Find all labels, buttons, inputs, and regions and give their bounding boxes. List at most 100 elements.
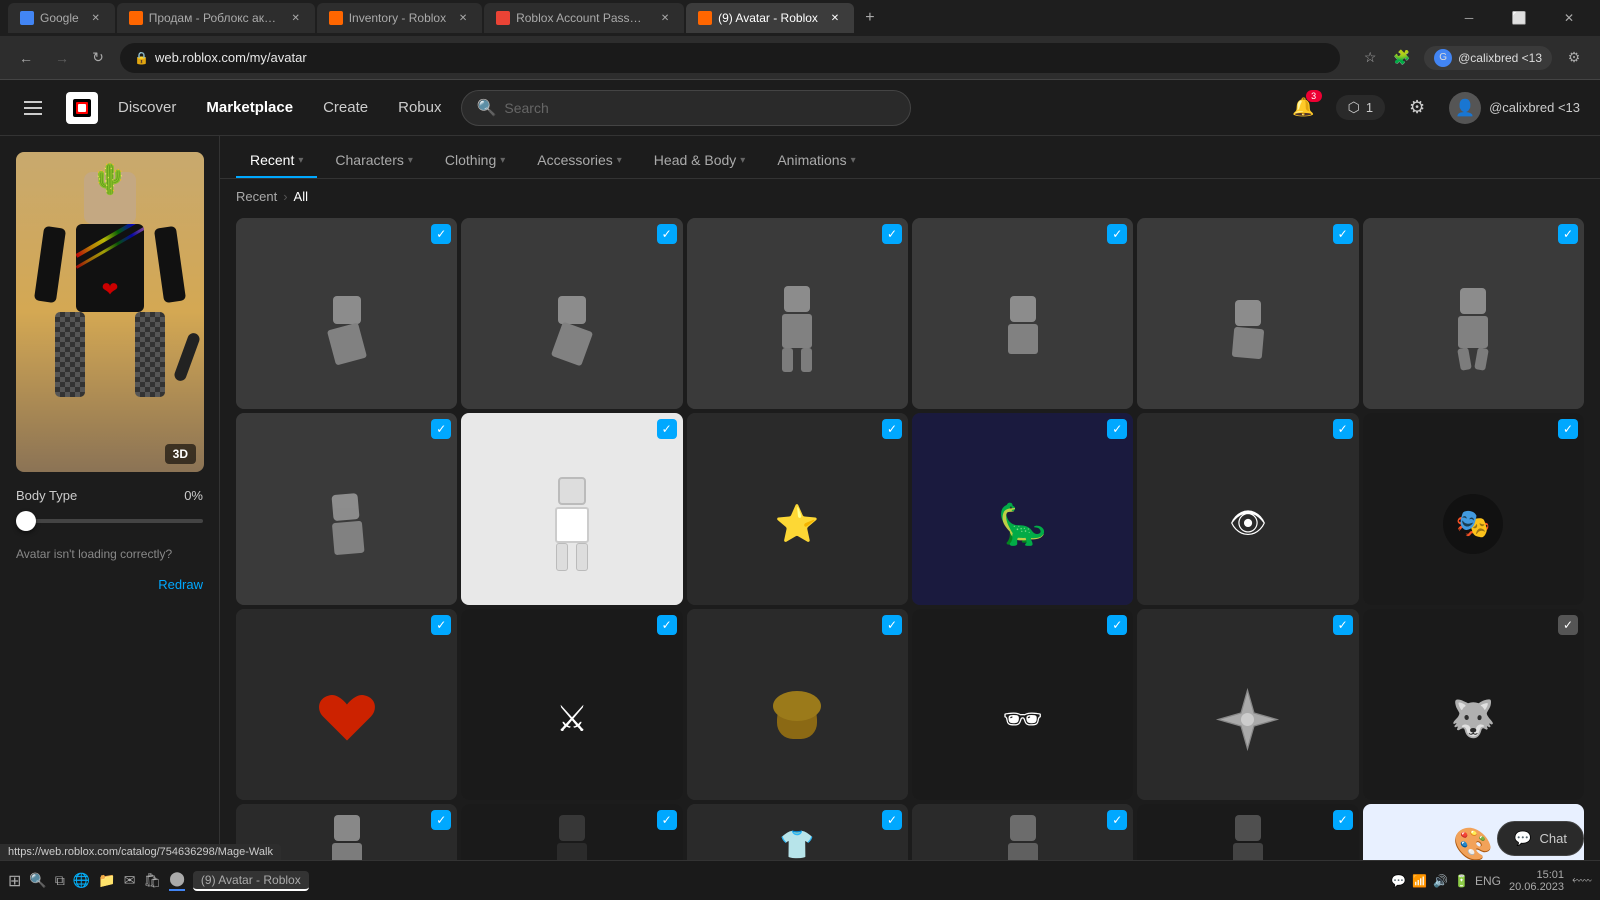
item-img-mage-run: ✓ (236, 413, 457, 604)
item-img-cosmic-wanderer: 🦕 ✓ LIMITED (912, 413, 1133, 604)
item-card-mage-jump[interactable]: ✓ Mage Jump (912, 218, 1133, 409)
robux-balance: 1 (1366, 100, 1373, 115)
item-img-silver-ninja: ✓ (1137, 609, 1358, 800)
create-link[interactable]: Create (323, 99, 368, 116)
hamburger-line (24, 107, 42, 109)
notifications-button[interactable]: 🔔 3 (1288, 92, 1320, 124)
tab-head-body[interactable]: Head & Body ▾ (640, 144, 760, 178)
search-icon: 🔍 (476, 98, 496, 118)
taskbar-battery-icon[interactable]: 🔋 (1454, 874, 1469, 888)
discover-link[interactable]: Discover (118, 99, 176, 116)
avatar-leg-left (55, 312, 85, 397)
restore-button[interactable]: ⬜ (1496, 3, 1542, 33)
redraw-button[interactable]: Redraw (16, 577, 203, 592)
taskbar-network-icon[interactable]: 📶 (1412, 874, 1427, 888)
item-card-catalog-avatar[interactable]: ⭐ ✓ LIMITED Catalog Avatar (687, 413, 908, 604)
item-check-row4-3: ✓ (882, 810, 902, 830)
chat-button[interactable]: 💬 Chat (1497, 821, 1584, 856)
tab-avatar[interactable]: (9) Avatar - Roblox ✕ (686, 3, 854, 33)
taskbar-edge[interactable]: 🌐 (73, 872, 90, 889)
item-card-silver-ninja[interactable]: ✓ Silver Ninja Star of the (1137, 609, 1358, 800)
tab-close-password-reset[interactable]: ✕ (658, 11, 672, 25)
shades-icon: 🕶 (1002, 700, 1043, 738)
taskbar-chat-icon[interactable]: 💬 (1391, 874, 1406, 888)
body-type-slider[interactable] (16, 511, 203, 531)
item-check-stylist-shades: ✓ (1107, 615, 1127, 635)
taskbar-store[interactable]: 🛍 (143, 872, 161, 889)
char-placeholder (329, 493, 364, 555)
item-card-mage-climb[interactable]: ✓ Mage Climb (236, 218, 457, 409)
new-tab-button[interactable]: + (856, 4, 884, 32)
username-display: @calixbred <13 (1489, 100, 1580, 115)
taskbar-start[interactable]: ⊞ (8, 871, 21, 891)
item-card-red-heart[interactable]: ✓ Red Heart Sticker ❤ (236, 609, 457, 800)
tab-animations[interactable]: Animations ▾ (763, 144, 869, 178)
item-card-toy-idle[interactable]: ✓ Toy Idle (461, 413, 682, 604)
tab-label-inventory: Inventory - Roblox (349, 11, 446, 25)
tab-recent[interactable]: Recent ▾ (236, 144, 317, 178)
item-card-scar-bandit[interactable]: 🎭 ✓ LIMITED Scar Bandit (1363, 413, 1584, 604)
tab-characters[interactable]: Characters ▾ (321, 144, 427, 178)
taskbar-roblox-active[interactable]: (9) Avatar - Roblox (193, 871, 309, 891)
user-menu[interactable]: 👤 @calixbred <13 (1449, 92, 1580, 124)
profile-chip[interactable]: G @calixbred <13 (1424, 46, 1552, 70)
taskbar-system-icons: 💬 📶 🔊 🔋 ENG (1391, 874, 1501, 888)
tab-inventory[interactable]: Inventory - Roblox ✕ (317, 3, 482, 33)
search-input[interactable] (504, 100, 896, 116)
roblox-logo[interactable] (66, 92, 98, 124)
marketplace-link[interactable]: Marketplace (206, 99, 293, 116)
breadcrumb-recent[interactable]: Recent (236, 189, 277, 204)
url-box[interactable]: 🔒 web.roblox.com/my/avatar (120, 43, 1340, 73)
tab-clothing[interactable]: Clothing ▾ (431, 144, 519, 178)
nav-links: Discover Marketplace Create Robux (118, 99, 441, 116)
item-check-catalog-avatar: ✓ (882, 419, 902, 439)
item-img-scar-bandit: 🎭 ✓ LIMITED (1363, 413, 1584, 604)
taskbar-file-explorer[interactable]: 📁 (98, 872, 115, 889)
item-card-mimic[interactable]: 👁 ✓ LIMITED U Mimic (1137, 413, 1358, 604)
item-card-mage-fall[interactable]: ✓ Mage Fall (1137, 218, 1358, 409)
item-card-mage-walk[interactable]: ✓ Mage Walk (1363, 218, 1584, 409)
minimize-button[interactable]: ─ (1446, 3, 1492, 33)
star-button[interactable]: ☆ (1356, 44, 1384, 72)
tab-accessories[interactable]: Accessories ▾ (523, 144, 636, 178)
item-card-mage-idle[interactable]: ✓ Mage Idle (687, 218, 908, 409)
settings-icon-browser[interactable]: ⚙ (1560, 44, 1588, 72)
close-window-button[interactable]: ✕ (1546, 3, 1592, 33)
settings-button[interactable]: ⚙ (1401, 92, 1433, 124)
taskbar-volume-icon[interactable]: 🔊 (1433, 874, 1448, 888)
colorful-shirt-icon: 🎨 (1453, 825, 1493, 863)
search-bar[interactable]: 🔍 (461, 90, 911, 126)
tab-close-avatar[interactable]: ✕ (828, 11, 842, 25)
taskbar-chrome[interactable]: ⬤ (169, 870, 185, 891)
item-card-cosmic-wanderer[interactable]: 🦕 ✓ LIMITED Cosmic Wanderer Blui (912, 413, 1133, 604)
char-placeholder (1008, 296, 1038, 354)
taskbar-task-view[interactable]: ⧉ (55, 872, 65, 889)
tab-close-inventory[interactable]: ✕ (456, 11, 470, 25)
back-button[interactable]: ← (12, 44, 40, 72)
item-card-blonde-hair[interactable]: ✓ Blonde Messy Wavy Hair (687, 609, 908, 800)
robux-button[interactable]: ⬡ 1 (1336, 95, 1385, 120)
taskbar-notification-area[interactable]: ⬳ (1572, 872, 1592, 889)
forward-button[interactable]: → (48, 44, 76, 72)
item-card-big-dog[interactable]: 🐺 ✓ The Big Dog (1363, 609, 1584, 800)
tab-google[interactable]: Google ✕ (8, 3, 115, 33)
hamburger-menu[interactable] (20, 97, 46, 119)
tab-prodayu[interactable]: Продам - Роблокс аккаунт с дон... ✕ (117, 3, 315, 33)
item-card-anime-darkness[interactable]: ⚔ ✓ Anime Darkness (461, 609, 682, 800)
refresh-button[interactable]: ↻ (84, 44, 112, 72)
taskbar-search[interactable]: 🔍 (29, 872, 46, 889)
browser-chrome: Google ✕ Продам - Роблокс аккаунт с дон.… (0, 0, 1600, 80)
window-controls: ─ ⬜ ✕ (1446, 3, 1592, 33)
hair-icon (777, 699, 817, 739)
taskbar-mail[interactable]: ✉ (124, 872, 136, 889)
slider-thumb[interactable] (16, 511, 36, 531)
extensions-button[interactable]: 🧩 (1388, 44, 1416, 72)
tab-close-google[interactable]: ✕ (89, 11, 103, 25)
item-card-mage-run[interactable]: ✓ Mage Run (236, 413, 457, 604)
avatar-hair: 🌵 (91, 162, 128, 197)
tab-close-prodayu[interactable]: ✕ (289, 11, 303, 25)
item-card-stylist-shades[interactable]: 🕶 ✓ Stylist Shades (912, 609, 1133, 800)
item-card-mage-swim[interactable]: ✓ Mage Swim (461, 218, 682, 409)
robux-link[interactable]: Robux (398, 99, 441, 116)
tab-password-reset[interactable]: Roblox Account Password Reset ... ✕ (484, 3, 684, 33)
